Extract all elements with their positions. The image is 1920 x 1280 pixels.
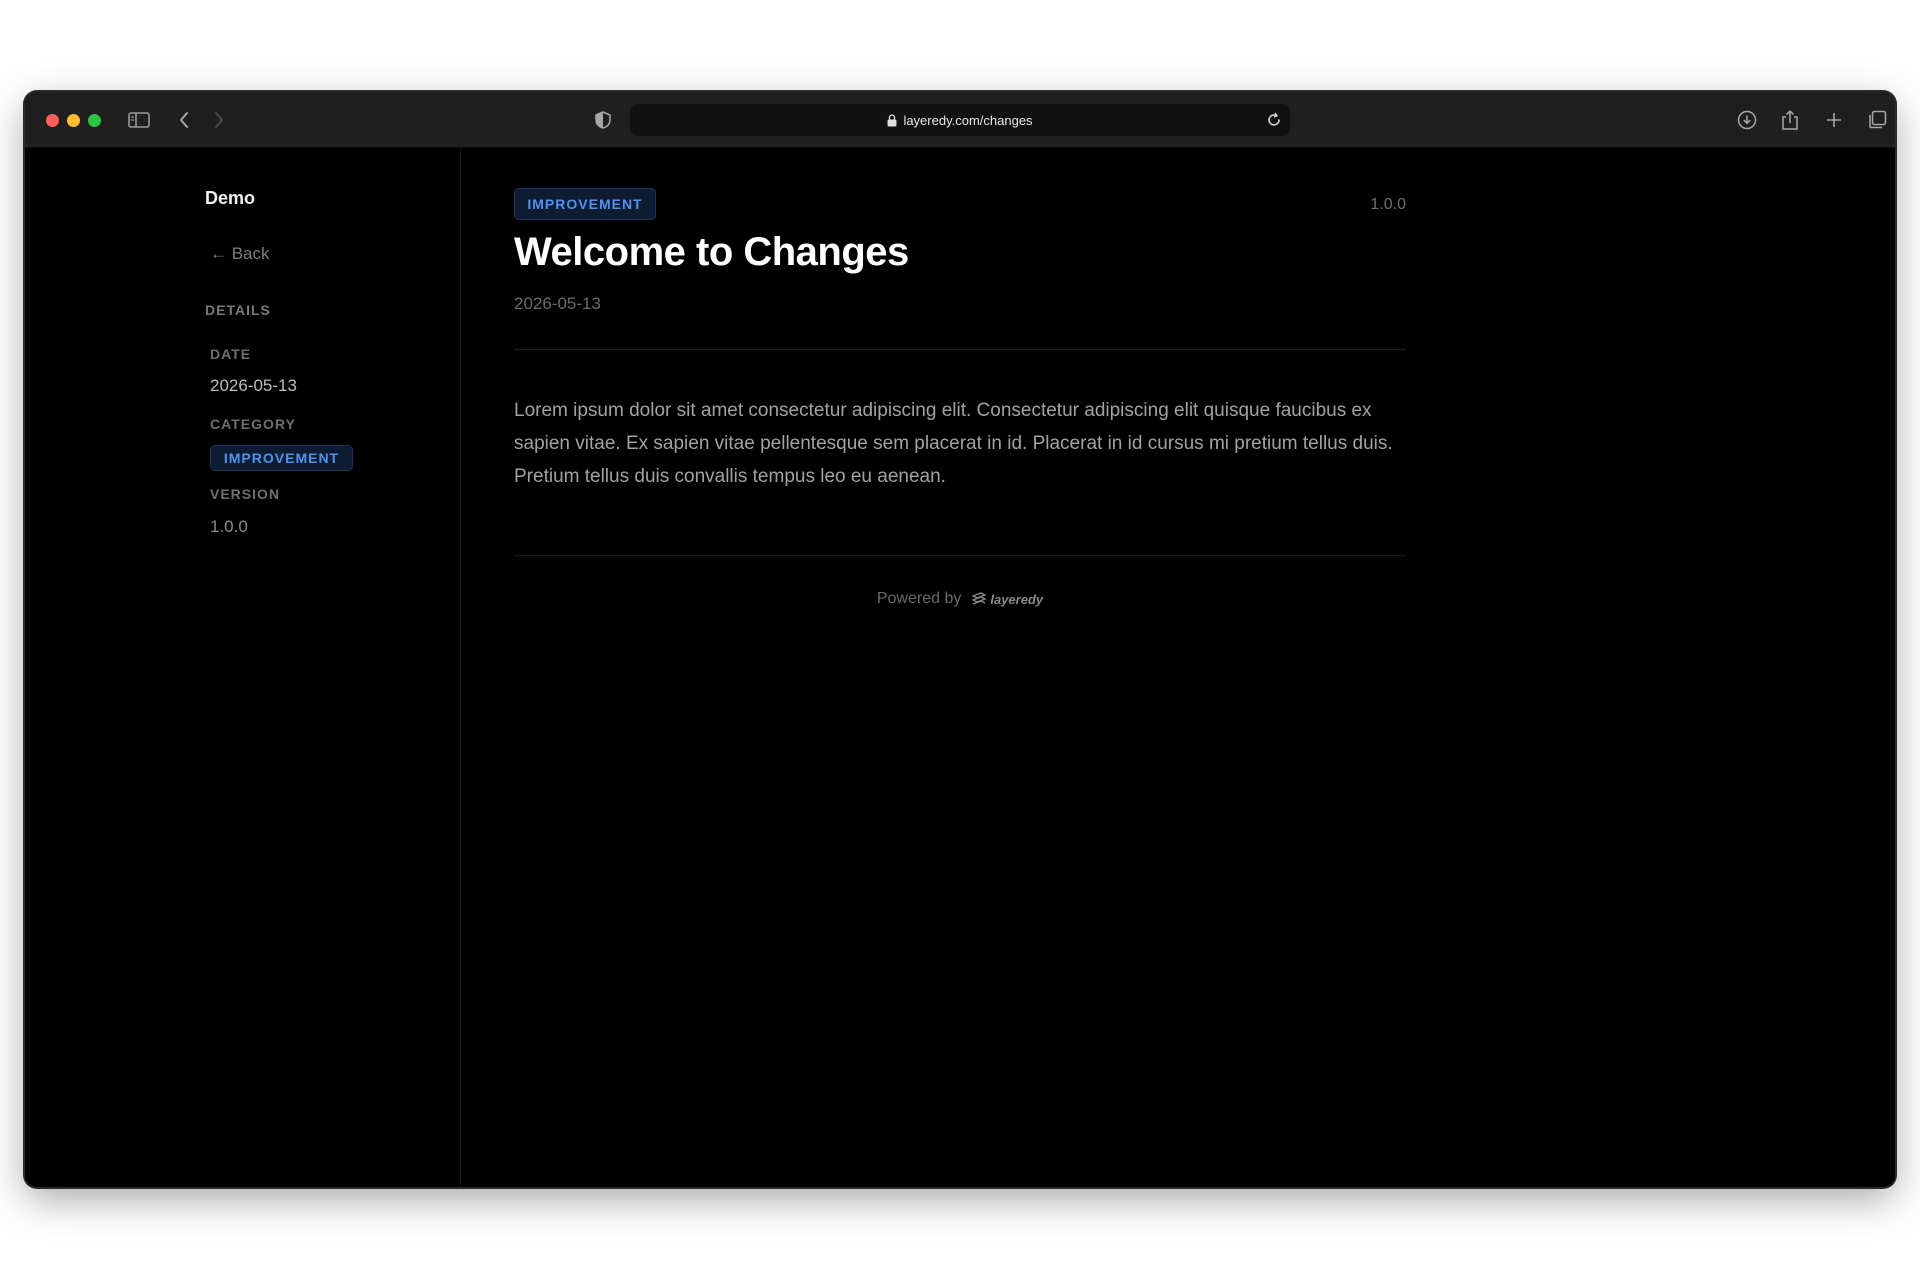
- brand-name[interactable]: Demo: [205, 188, 255, 209]
- sidebar-toggle-icon[interactable]: [127, 108, 151, 132]
- layeredy-logo[interactable]: layeredy: [971, 592, 1043, 607]
- powered-by-text: Powered by: [876, 590, 962, 607]
- changelog-entry: IMPROVEMENT 1.0.0 Welcome to Changes 202…: [514, 148, 1406, 1187]
- layeredy-logo-icon: [971, 592, 987, 605]
- browser-toolbar: layeredy.com/changes: [25, 92, 1895, 148]
- new-tab-plus-icon[interactable]: [1822, 108, 1846, 132]
- address-bar[interactable]: layeredy.com/changes: [630, 104, 1290, 136]
- tab-overview-icon[interactable]: [1865, 108, 1889, 132]
- back-arrow-icon[interactable]: [172, 108, 196, 132]
- back-link[interactable]: ← Back: [210, 244, 270, 264]
- category-badge: IMPROVEMENT: [210, 445, 353, 471]
- browser-window: layeredy.com/changes Demo ← Back DETAILS…: [25, 92, 1895, 1187]
- minimize-window-button[interactable]: [67, 114, 80, 127]
- privacy-shield-icon[interactable]: [591, 108, 615, 132]
- sidebar: Demo ← Back DETAILS DATE 2026-05-13 CATE…: [25, 148, 461, 1187]
- entry-date: 2026-05-13: [514, 294, 601, 313]
- zoom-window-button[interactable]: [88, 114, 101, 127]
- category-label: CATEGORY: [210, 416, 296, 432]
- forward-arrow-icon[interactable]: [207, 108, 231, 132]
- version-value: 1.0.0: [210, 517, 248, 536]
- entry-category-badge: IMPROVEMENT: [514, 188, 656, 220]
- divider: [514, 349, 1406, 350]
- page-title: Welcome to Changes: [514, 230, 909, 274]
- downloads-icon[interactable]: [1735, 108, 1759, 132]
- lock-icon: [887, 113, 897, 127]
- divider: [514, 555, 1406, 556]
- date-value: 2026-05-13: [210, 376, 297, 395]
- share-icon[interactable]: [1778, 108, 1802, 132]
- date-label: DATE: [210, 346, 252, 362]
- layeredy-logo-text: layeredy: [990, 591, 1044, 607]
- details-heading: DETAILS: [205, 302, 271, 318]
- version-label: VERSION: [210, 486, 281, 502]
- powered-by: Powered by layeredy: [514, 590, 1406, 608]
- close-window-button[interactable]: [46, 114, 59, 127]
- entry-body: Lorem ipsum dolor sit amet consectetur a…: [514, 400, 1393, 487]
- reload-icon[interactable]: [1266, 112, 1282, 131]
- entry-version: 1.0.0: [1370, 196, 1406, 213]
- page-content: Demo ← Back DETAILS DATE 2026-05-13 CATE…: [25, 148, 1895, 1187]
- url-text: layeredy.com/changes: [903, 112, 1033, 128]
